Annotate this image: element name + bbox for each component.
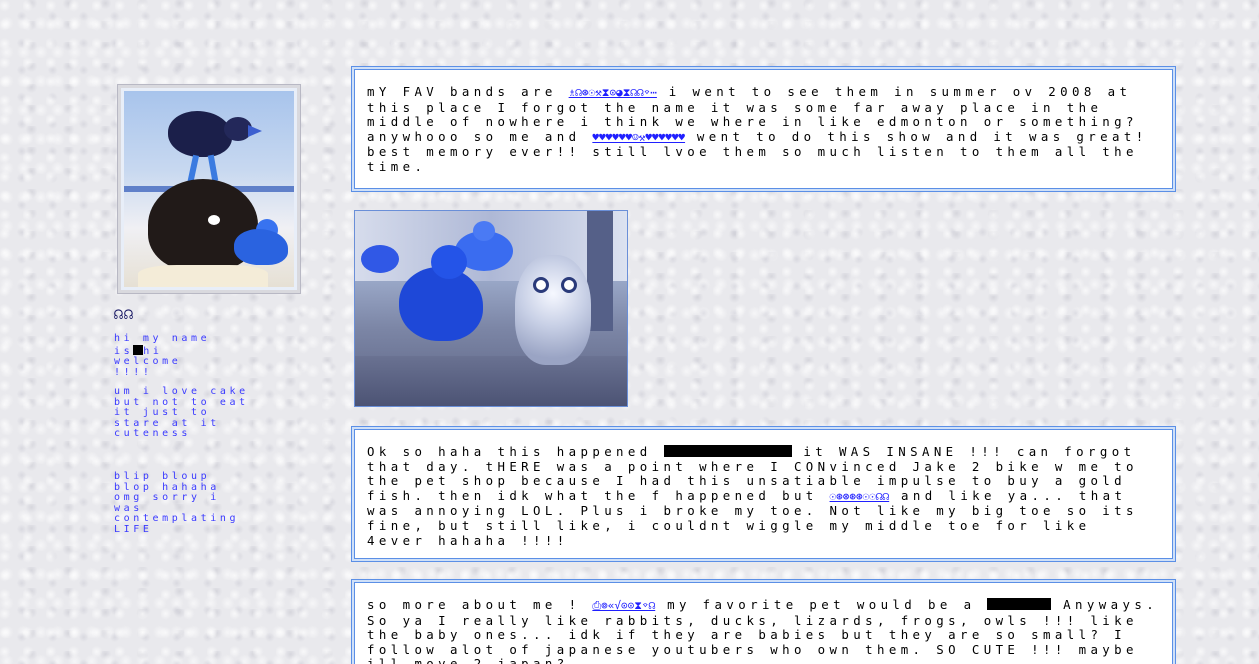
friend-name-link[interactable]: ♥♥♥♥♥♥☺⚒♥♥♥♥♥♥ bbox=[592, 131, 685, 144]
post-text-part: so more about me ! bbox=[367, 597, 593, 612]
band-name-link[interactable]: ♗☊⊛☉⚒⧗⊙◕⧗☊☊⌔⋯ bbox=[569, 86, 657, 99]
profile-avatar-frame bbox=[117, 84, 301, 294]
redacted-name bbox=[133, 344, 144, 355]
symbol-link[interactable]: ☉⊛⊛⊛⊛☉☉☊☊ bbox=[830, 490, 890, 503]
ducks-and-owl-photo bbox=[354, 210, 628, 407]
sidebar-icons: ☊☊ bbox=[114, 305, 135, 323]
intro-line-1: hi my name bbox=[114, 333, 211, 344]
sidebar-block-blip: blip bloup blop hahaha omg sorry i was c… bbox=[114, 471, 240, 535]
intro-line-2: is bbox=[114, 345, 134, 357]
post-text: mY FAV bands are ♗☊⊛☉⚒⧗⊙◕⧗☊☊⌔⋯ i went to… bbox=[367, 84, 1160, 175]
post-text-part: mY FAV bands are bbox=[367, 84, 569, 99]
profile-avatar bbox=[124, 91, 294, 287]
intro-line-3: hi bbox=[143, 345, 163, 357]
blog-post-bands: mY FAV bands are ♗☊⊛☉⚒⧗⊙◕⧗☊☊⌔⋯ i went to… bbox=[354, 69, 1173, 189]
blog-post-about-me: so more about me ! ⎙⊚«√⊙⊙⧗⌔☊ my favorite… bbox=[354, 582, 1173, 664]
post-text: so more about me ! ⎙⊚«√⊙⊙⧗⌔☊ my favorite… bbox=[367, 597, 1160, 664]
redacted-text bbox=[663, 445, 792, 457]
post-text-part: my favorite pet would be a bbox=[655, 597, 988, 612]
post-text-part: Ok so haha this happened bbox=[367, 444, 664, 459]
redacted-text bbox=[987, 598, 1052, 610]
intro-line-5: !!!! bbox=[114, 366, 153, 378]
sidebar-intro: hi my name is hi welcome !!!! bbox=[114, 333, 254, 378]
post-text: Ok so haha this happened it WAS INSANE !… bbox=[367, 444, 1160, 548]
symbol-link[interactable]: ⎙⊚«√⊙⊙⧗⌔☊ bbox=[592, 599, 655, 612]
intro-line-4: welcome bbox=[114, 356, 182, 368]
sidebar-block-cake: um i love cake but not to eat it just to… bbox=[114, 386, 249, 440]
blog-post-pet-shop: Ok so haha this happened it WAS INSANE !… bbox=[354, 429, 1173, 559]
